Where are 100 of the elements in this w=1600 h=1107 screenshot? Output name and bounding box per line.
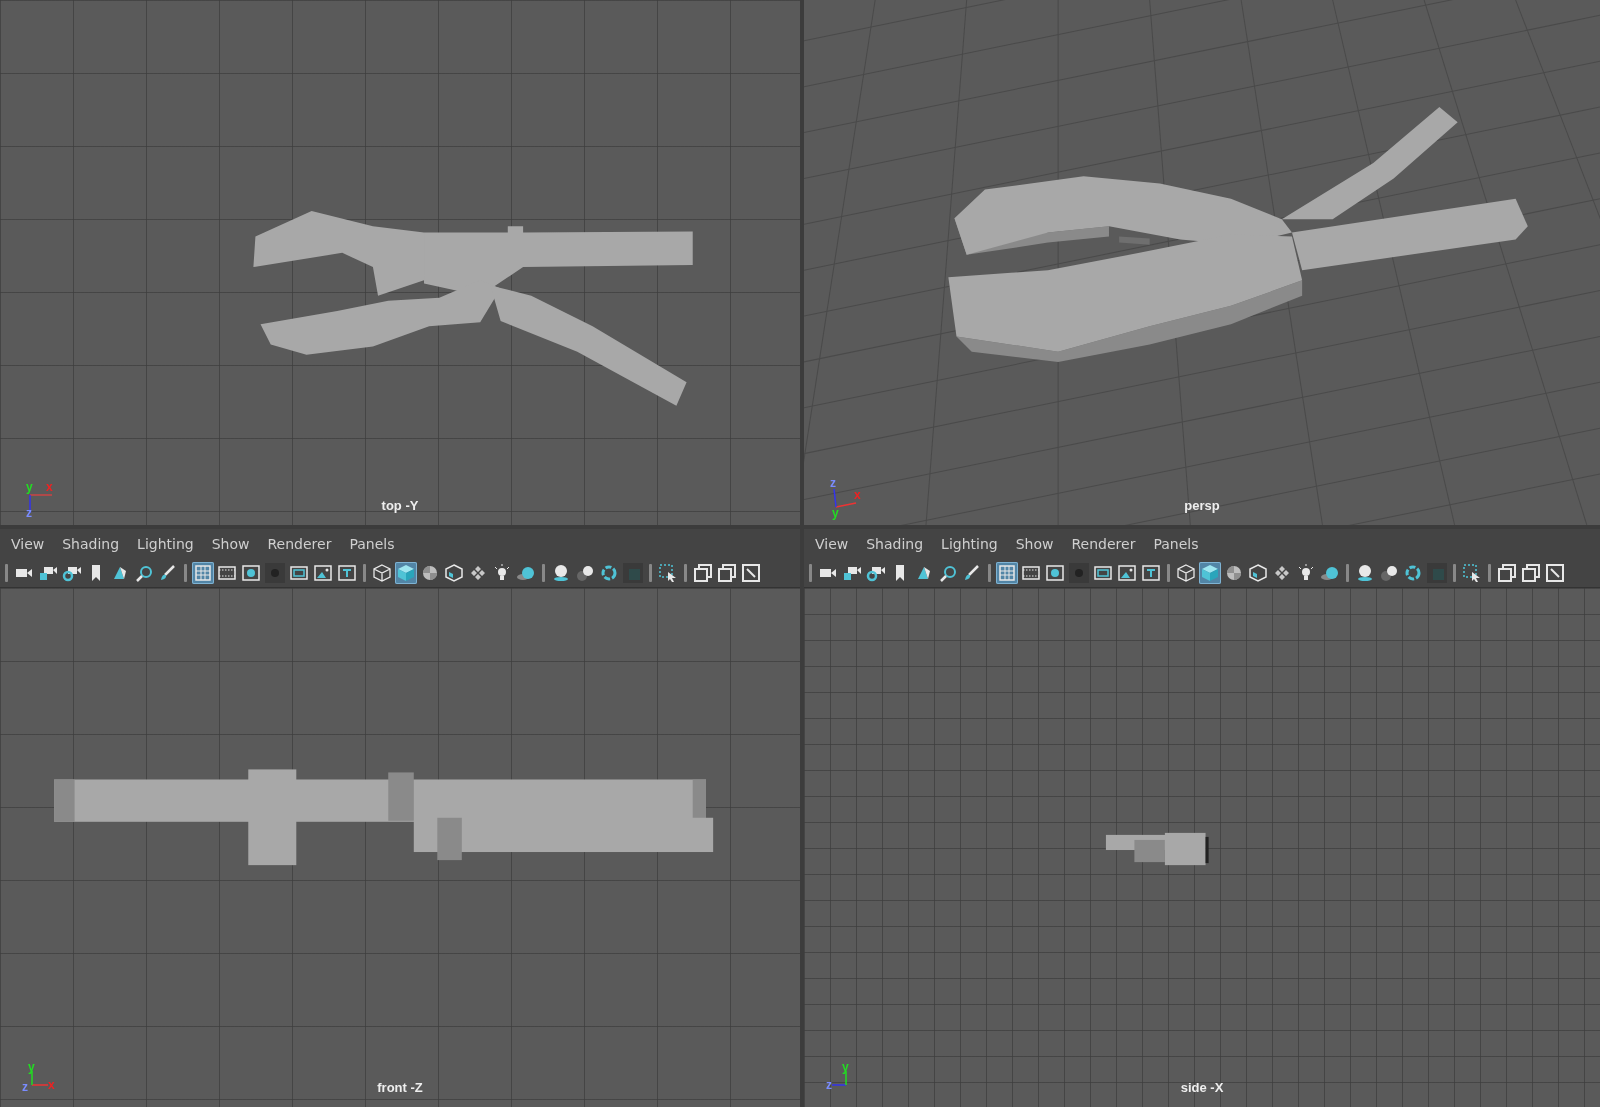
two-spheres-icon: [1379, 563, 1399, 583]
toolbar-handle[interactable]: [184, 564, 187, 582]
toolbar-handle[interactable]: [1453, 564, 1456, 582]
resize-button[interactable]: [1544, 562, 1566, 584]
resize-icon: [1545, 563, 1565, 583]
camera-name-label: side -X: [1180, 1080, 1224, 1095]
shaded-cube-icon: [396, 563, 416, 583]
menu-item[interactable]: Renderer: [260, 534, 339, 554]
toolbar-handle[interactable]: [542, 564, 545, 582]
grid-icon: [193, 563, 213, 583]
axis-label: y: [26, 481, 33, 493]
textured-cube-button[interactable]: [1247, 562, 1269, 584]
stack-icon: [717, 563, 737, 583]
toolbar-handle[interactable]: [1346, 564, 1349, 582]
axis-label: x: [48, 1079, 55, 1091]
textured-cube-icon: [1248, 563, 1268, 583]
menu-item[interactable]: Show: [204, 534, 257, 554]
menu-item[interactable]: View: [4, 534, 52, 554]
ring-icon: [1403, 563, 1423, 583]
select-box-icon: [658, 563, 678, 583]
toolbar-handle[interactable]: [809, 564, 812, 582]
frame-icon: [289, 563, 309, 583]
axis-label: z: [22, 1081, 28, 1093]
menu-item[interactable]: Lighting: [130, 534, 201, 554]
text-frame-button[interactable]: [336, 562, 358, 584]
textured-cube-button[interactable]: [443, 562, 465, 584]
axis-label: y: [832, 507, 839, 519]
axis-label: z: [826, 1079, 832, 1091]
wire-cube-icon: [1176, 563, 1196, 583]
toolbar-handle[interactable]: [649, 564, 652, 582]
circle-frame-button[interactable]: [240, 562, 262, 584]
film-icon: [217, 563, 237, 583]
circle-frame-icon: [1045, 563, 1065, 583]
toolbar-handle[interactable]: [1488, 564, 1491, 582]
circle-frame-icon: [241, 563, 261, 583]
toolbar-handle[interactable]: [5, 564, 8, 582]
textured-cube-icon: [444, 563, 464, 583]
wire-cube-icon: [372, 563, 392, 583]
text-frame-button[interactable]: [1140, 562, 1162, 584]
camera-name-label: front -Z: [377, 1080, 423, 1095]
toolbar-handle[interactable]: [684, 564, 687, 582]
grid-button[interactable]: [192, 562, 214, 584]
image-button[interactable]: [312, 562, 334, 584]
viewport-canvas[interactable]: y z x front -Z: [0, 588, 800, 1107]
resize-icon: [741, 563, 761, 583]
stack-button[interactable]: [716, 562, 738, 584]
menu-item[interactable]: Lighting: [934, 534, 1005, 554]
zoom-icon: [134, 563, 154, 583]
frame-icon: [1093, 563, 1113, 583]
stack-icon: [1497, 563, 1517, 583]
film-icon: [1021, 563, 1041, 583]
toolbar-handle[interactable]: [363, 564, 366, 582]
resize-button[interactable]: [740, 562, 762, 584]
image-icon: [313, 563, 333, 583]
grid-button[interactable]: [996, 562, 1018, 584]
image-button[interactable]: [1116, 562, 1138, 584]
text-frame-icon: [337, 563, 357, 583]
two-spheres-icon: [575, 563, 595, 583]
stack-button[interactable]: [692, 562, 714, 584]
axis-label: x: [46, 481, 53, 493]
image-icon: [1117, 563, 1137, 583]
select-box-icon: [1462, 563, 1482, 583]
menu-item[interactable]: Show: [1008, 534, 1061, 554]
camera-name-label: persp: [1184, 498, 1220, 513]
axis-label: y: [842, 1061, 849, 1073]
toolbar-handle[interactable]: [1167, 564, 1170, 582]
shaded-cube-icon: [1200, 563, 1220, 583]
ring-icon: [599, 563, 619, 583]
stack-button[interactable]: [1520, 562, 1542, 584]
circle-frame-button[interactable]: [1044, 562, 1066, 584]
menu-item[interactable]: View: [808, 534, 856, 554]
brush-icon: [962, 563, 982, 583]
wire-cube-button[interactable]: [1175, 562, 1197, 584]
axis-label: x: [854, 489, 861, 501]
brush-icon: [158, 563, 178, 583]
wire-cube-button[interactable]: [371, 562, 393, 584]
text-frame-icon: [1141, 563, 1161, 583]
ground-sphere-icon: [551, 563, 571, 583]
menu-item[interactable]: Renderer: [1064, 534, 1143, 554]
viewport-canvas[interactable]: y z side -X: [804, 588, 1600, 1107]
stack-icon: [693, 563, 713, 583]
ground-sphere-icon: [1355, 563, 1375, 583]
menu-item[interactable]: Shading: [859, 534, 931, 554]
bulb-icon: [1296, 563, 1316, 583]
axis-label: z: [26, 507, 32, 519]
axis-label: y: [28, 1061, 35, 1073]
axis-label: z: [830, 477, 836, 489]
checker-sphere-icon: [1224, 563, 1244, 583]
stack-icon: [1521, 563, 1541, 583]
viewport-canvas[interactable]: y x z top -Y: [0, 0, 800, 525]
viewport-canvas[interactable]: z x y persp: [804, 0, 1600, 525]
stack-button[interactable]: [1496, 562, 1518, 584]
camera-name-label: top -Y: [381, 498, 419, 513]
grid-icon: [997, 563, 1017, 583]
menu-item[interactable]: Panels: [342, 534, 402, 554]
zoom-icon: [938, 563, 958, 583]
bulb-icon: [492, 563, 512, 583]
menu-item[interactable]: Shading: [55, 534, 127, 554]
toolbar-handle[interactable]: [988, 564, 991, 582]
menu-item[interactable]: Panels: [1146, 534, 1206, 554]
